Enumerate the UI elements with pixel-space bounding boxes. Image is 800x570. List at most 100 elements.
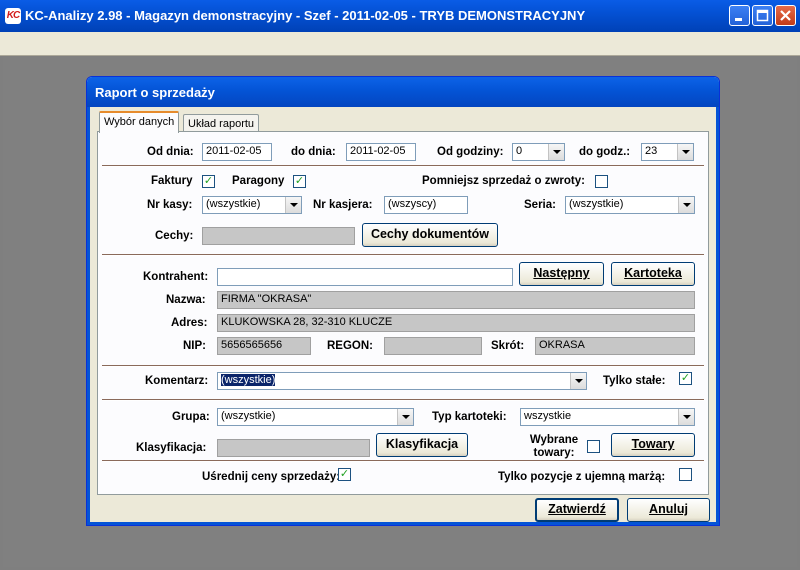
app-icon: KC — [5, 8, 21, 24]
register-value: (wszystkie) — [206, 198, 261, 210]
selected-goods-checkbox[interactable] — [587, 440, 600, 453]
confirm-button[interactable]: Zatwierdź — [535, 498, 619, 522]
next-button[interactable]: Następny — [519, 262, 604, 286]
close-button[interactable] — [775, 5, 796, 26]
hour-to-label: do godz.: — [579, 146, 631, 158]
minimize-button[interactable] — [729, 5, 750, 26]
dialog-border-left — [87, 107, 90, 525]
maximize-icon — [756, 9, 769, 22]
negative-margin-label: Tylko pozycje z ujemną marżą: — [498, 471, 666, 483]
receipts-label: Paragony — [232, 175, 285, 187]
short-name-label: Skrót: — [491, 340, 525, 352]
separator — [102, 165, 704, 167]
maximize-button[interactable] — [752, 5, 773, 26]
classification-field — [217, 439, 370, 457]
register-select[interactable]: (wszystkie) — [202, 196, 302, 214]
invoices-checkbox[interactable]: ✓ — [202, 175, 215, 188]
classification-button[interactable]: Klasyfikacja — [376, 433, 468, 457]
address-field: KLUKOWSKA 28, 32-310 KLUCZE — [217, 314, 695, 332]
group-value: (wszystkie) — [221, 410, 276, 422]
only-fixed-label: Tylko stałe: — [603, 375, 666, 387]
address-label: Adres: — [171, 317, 208, 329]
cashier-field[interactable]: (wszyscy) — [384, 196, 468, 214]
separator — [102, 254, 704, 256]
average-prices-checkbox[interactable]: ✓ — [338, 468, 351, 481]
features-field — [202, 227, 355, 245]
chevron-down-icon[interactable] — [678, 409, 694, 425]
features-label: Cechy: — [155, 230, 194, 242]
card-type-select[interactable]: wszystkie — [520, 408, 695, 426]
window-title: KC-Analizy 2.98 - Magazyn demonstracyjny… — [25, 8, 586, 23]
cancel-button[interactable]: Anuluj — [627, 498, 710, 522]
series-value: (wszystkie) — [569, 198, 624, 210]
menu-bar — [0, 32, 800, 56]
classification-label: Klasyfikacja: — [136, 442, 207, 454]
series-select[interactable]: (wszystkie) — [565, 196, 695, 214]
nip-field: 5656565656 — [217, 337, 311, 355]
dialog-border-bottom — [87, 522, 719, 525]
card-index-button-label: Kartoteka — [624, 266, 682, 280]
goods-button[interactable]: Towary — [611, 433, 695, 457]
chevron-down-icon[interactable] — [397, 409, 413, 425]
close-icon — [780, 10, 791, 21]
nip-label: NIP: — [183, 340, 206, 352]
series-label: Seria: — [524, 199, 556, 211]
selected-goods-label-line2: towary: — [533, 447, 575, 459]
dialog-title: Raport o sprzedaży — [95, 85, 215, 100]
name-label: Nazwa: — [166, 294, 206, 306]
dialog-title-bar[interactable]: Raport o sprzedaży — [87, 77, 719, 107]
chevron-down-icon[interactable] — [678, 197, 694, 213]
dialog-border-right — [716, 107, 719, 525]
contractor-input[interactable] — [217, 268, 513, 286]
invoices-label: Faktury — [151, 175, 193, 187]
average-prices-label: Uśrednij ceny sprzedaży: — [202, 471, 341, 483]
confirm-button-label: Zatwierdź — [548, 502, 606, 516]
cancel-button-label: Anuluj — [649, 502, 688, 516]
tab-panel: Od dnia: 2011-02-05 do dnia: 2011-02-05 … — [97, 131, 709, 495]
returns-label: Pomniejsz sprzedaż o zwroty: — [422, 175, 585, 187]
separator — [102, 460, 704, 462]
separator — [102, 399, 704, 401]
minimize-icon — [735, 18, 742, 21]
card-index-button[interactable]: Kartoteka — [611, 262, 695, 286]
group-label: Grupa: — [172, 411, 210, 423]
hour-to-select[interactable]: 23 — [641, 143, 694, 161]
chevron-down-icon[interactable] — [285, 197, 301, 213]
regon-label: REGON: — [327, 340, 373, 352]
returns-checkbox[interactable] — [595, 175, 608, 188]
hour-to-value: 23 — [645, 145, 658, 157]
comment-select[interactable]: (wszystkie) — [217, 372, 587, 390]
regon-field — [384, 337, 482, 355]
chevron-down-icon[interactable] — [570, 373, 586, 389]
date-to-field[interactable]: 2011-02-05 — [346, 143, 416, 161]
hour-from-label: Od godziny: — [437, 146, 504, 158]
only-fixed-checkbox[interactable]: ✓ — [679, 372, 692, 385]
goods-button-label: Towary — [631, 437, 675, 451]
cashier-label: Nr kasjera: — [313, 199, 373, 211]
separator — [102, 365, 704, 367]
comment-value: (wszystkie) — [221, 374, 276, 386]
chevron-down-icon[interactable] — [548, 144, 564, 160]
date-from-field[interactable]: 2011-02-05 — [202, 143, 272, 161]
hour-from-select[interactable]: 0 — [512, 143, 565, 161]
main-title-bar[interactable]: KC KC-Analizy 2.98 - Magazyn demonstracy… — [0, 0, 800, 32]
card-type-label: Typ kartoteki: — [432, 411, 507, 423]
comment-label: Komentarz: — [145, 375, 209, 387]
register-label: Nr kasy: — [147, 199, 193, 211]
short-name-field: OKRASA — [535, 337, 695, 355]
chevron-down-icon[interactable] — [677, 144, 693, 160]
sales-report-dialog: Raport o sprzedaży Wybór danych Układ ra… — [86, 76, 720, 526]
document-features-button[interactable]: Cechy dokumentów — [362, 223, 498, 247]
tab-data-selection[interactable]: Wybór danych — [99, 111, 180, 133]
receipts-checkbox[interactable]: ✓ — [293, 175, 306, 188]
contractor-label: Kontrahent: — [143, 271, 209, 283]
next-button-label: Następny — [533, 266, 590, 280]
name-field: FIRMA "OKRASA" — [217, 291, 695, 309]
negative-margin-checkbox[interactable] — [679, 468, 692, 481]
selected-goods-label-line1: Wybrane — [529, 434, 579, 446]
date-to-label: do dnia: — [291, 146, 336, 158]
card-type-value: wszystkie — [524, 410, 572, 422]
group-select[interactable]: (wszystkie) — [217, 408, 414, 426]
hour-from-value: 0 — [516, 145, 523, 157]
date-from-label: Od dnia: — [147, 146, 194, 158]
